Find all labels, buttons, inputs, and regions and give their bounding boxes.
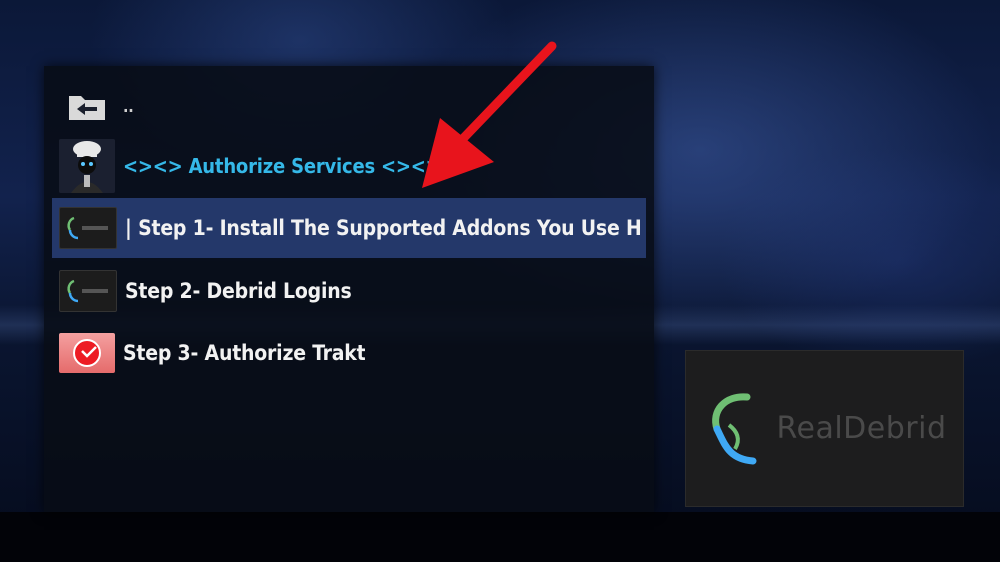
- trakt-logo-icon: [59, 333, 115, 373]
- red-arrow-icon: [422, 41, 557, 188]
- list-item-step-3[interactable]: Step 3- Authorize Trakt: [52, 323, 646, 383]
- realdebrid-logo-icon: [711, 392, 756, 464]
- folder-back-icon: [59, 86, 115, 126]
- addon-preview-image: RealDebrid: [685, 350, 964, 507]
- list-item-step-1[interactable]: | Step 1- Install The Supported Addons Y…: [52, 198, 646, 258]
- bottom-bar: [0, 512, 1000, 562]
- preview-logo-text: RealDebrid: [776, 411, 947, 446]
- chef-avatar-icon: [59, 139, 115, 193]
- list-item-label: | Step 1- Install The Supported Addons Y…: [125, 216, 640, 240]
- list-item-label: <><> Authorize Services <><>: [123, 154, 441, 178]
- list-item-label: ..: [123, 96, 134, 116]
- list-item-step-2[interactable]: Step 2- Debrid Logins: [52, 261, 646, 321]
- list-item-label: Step 2- Debrid Logins: [125, 279, 352, 303]
- realdebrid-logo-icon: [59, 270, 117, 312]
- realdebrid-logo-icon: [59, 207, 117, 249]
- list-item-label: Step 3- Authorize Trakt: [123, 341, 366, 365]
